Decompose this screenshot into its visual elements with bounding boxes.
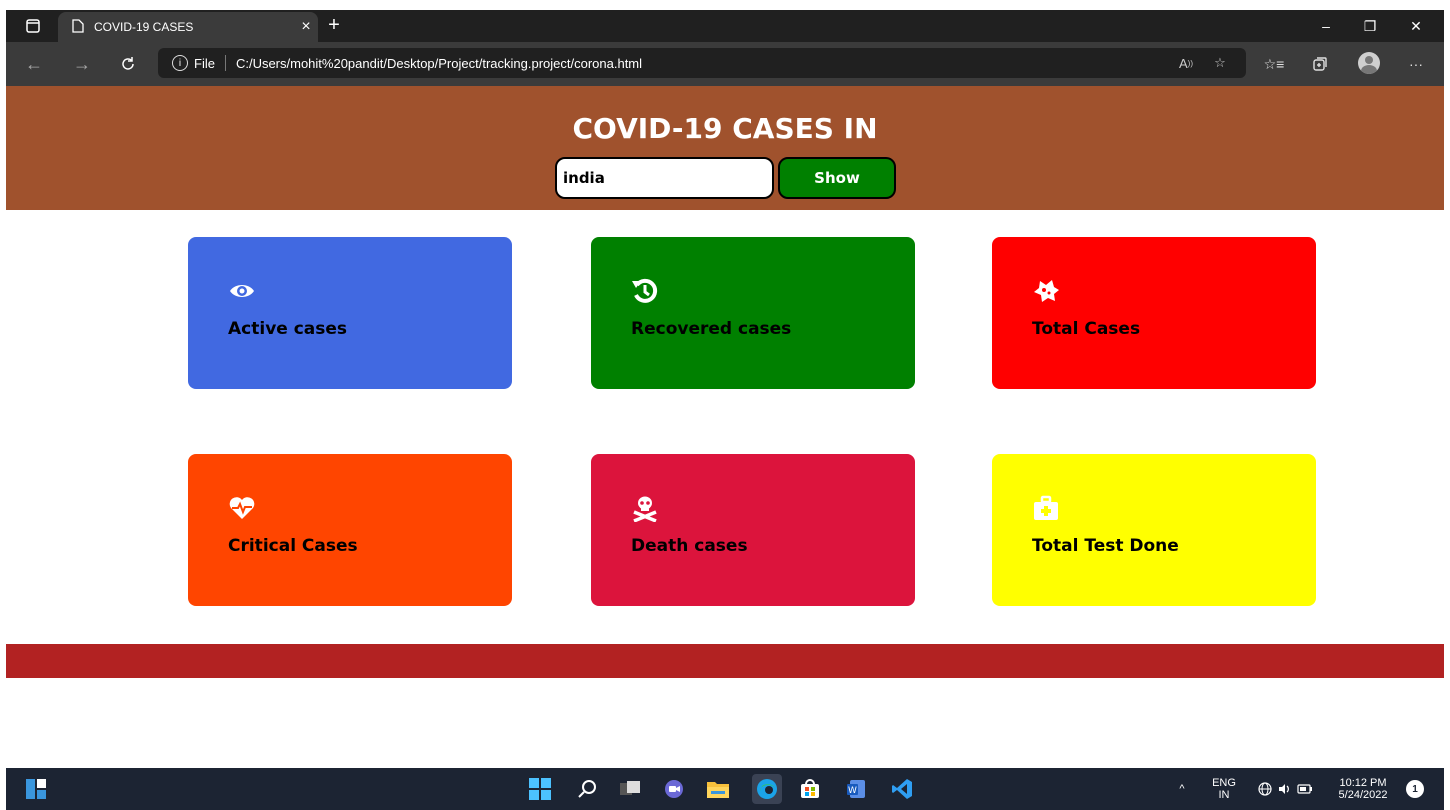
collections-icon[interactable] bbox=[1306, 52, 1334, 76]
heartbeat-icon bbox=[228, 494, 256, 522]
store-icon[interactable] bbox=[798, 777, 822, 801]
more-menu-icon[interactable]: ··· bbox=[1402, 52, 1430, 76]
profile-avatar[interactable] bbox=[1358, 52, 1380, 74]
restore-button[interactable]: ❐ bbox=[1350, 10, 1390, 42]
read-aloud-icon[interactable]: A)) bbox=[1170, 48, 1202, 78]
close-window-button[interactable]: ✕ bbox=[1396, 10, 1436, 42]
tab-title: COVID-19 CASES bbox=[94, 20, 194, 34]
start-icon[interactable] bbox=[528, 777, 552, 801]
search-icon[interactable] bbox=[576, 777, 600, 801]
browser-tab[interactable]: COVID-19 CASES × bbox=[58, 12, 318, 42]
word-icon[interactable]: W bbox=[844, 777, 868, 801]
page-title: COVID-19 CASES IN bbox=[572, 112, 878, 145]
windows-taskbar: W ^ ENG IN 10:12 PM 5/24/2022 1 bbox=[6, 768, 1444, 810]
svg-text:W: W bbox=[848, 786, 857, 796]
refresh-icon[interactable] bbox=[114, 52, 142, 76]
vscode-icon[interactable] bbox=[890, 777, 914, 801]
history-icon bbox=[631, 277, 659, 305]
new-tab-button[interactable]: + bbox=[322, 14, 346, 38]
page-icon bbox=[72, 18, 84, 36]
clock-date: 5/24/2022 bbox=[1338, 789, 1388, 801]
tab-close-icon[interactable]: × bbox=[294, 18, 318, 36]
card-label: Active cases bbox=[228, 319, 348, 339]
total-test-done-card: Total Test Done bbox=[992, 454, 1316, 606]
back-icon[interactable]: ← bbox=[20, 52, 48, 76]
forward-icon[interactable]: → bbox=[68, 52, 96, 76]
country-search-input[interactable] bbox=[555, 157, 774, 199]
address-url[interactable]: C:/Users/mohit%20pandit/Desktop/Project/… bbox=[236, 56, 642, 71]
favorites-icon[interactable]: ☆≡ bbox=[1260, 52, 1288, 76]
volume-icon[interactable] bbox=[1276, 768, 1294, 810]
death-cases-card: Death cases bbox=[591, 454, 915, 606]
card-label: Critical Cases bbox=[228, 536, 358, 556]
active-cases-card: Active cases bbox=[188, 237, 512, 389]
skull-crossbones-icon bbox=[631, 494, 659, 523]
lang-top: ENG bbox=[1212, 777, 1236, 789]
task-view-icon[interactable] bbox=[618, 777, 642, 801]
tray-chevron-icon[interactable]: ^ bbox=[1172, 768, 1192, 810]
minimize-button[interactable]: – bbox=[1306, 10, 1346, 42]
browser-toolbar: ← → i File C:/Users/mohit%20pandit/Deskt… bbox=[6, 42, 1444, 86]
add-favorite-icon[interactable]: ☆ bbox=[1204, 48, 1236, 78]
browser-tab-bar: COVID-19 CASES × + – ❐ ✕ bbox=[6, 10, 1444, 42]
show-button[interactable]: Show bbox=[778, 157, 896, 199]
language-indicator[interactable]: ENG IN bbox=[1208, 768, 1240, 810]
info-icon[interactable]: i bbox=[172, 55, 188, 71]
address-file-label: File bbox=[194, 55, 215, 71]
address-bar[interactable]: i File C:/Users/mohit%20pandit/Desktop/P… bbox=[158, 48, 1246, 78]
clock-time: 10:12 PM bbox=[1339, 777, 1387, 789]
card-label: Total Cases bbox=[1032, 319, 1141, 339]
critical-cases-card: Critical Cases bbox=[188, 454, 512, 606]
card-label: Total Test Done bbox=[1032, 536, 1179, 556]
page-footer bbox=[6, 644, 1444, 678]
clock[interactable]: 10:12 PM 5/24/2022 bbox=[1328, 768, 1398, 810]
card-label: Death cases bbox=[631, 536, 748, 556]
chat-icon[interactable] bbox=[662, 777, 686, 801]
recovered-cases-card: Recovered cases bbox=[591, 237, 915, 389]
lang-bottom: IN bbox=[1218, 789, 1230, 801]
page-header: COVID-19 CASES IN Show bbox=[6, 86, 1444, 210]
notification-badge[interactable]: 1 bbox=[1406, 780, 1424, 798]
network-icon[interactable] bbox=[1256, 768, 1274, 810]
widgets-icon[interactable] bbox=[24, 777, 48, 801]
eye-icon bbox=[228, 277, 256, 305]
tab-actions-icon[interactable] bbox=[18, 10, 48, 42]
file-explorer-icon[interactable] bbox=[706, 777, 730, 801]
battery-icon[interactable] bbox=[1296, 768, 1314, 810]
card-label: Recovered cases bbox=[631, 319, 792, 339]
web-page: COVID-19 CASES IN Show Active cases Reco… bbox=[6, 86, 1444, 768]
total-cases-card: Total Cases bbox=[992, 237, 1316, 389]
edge-icon[interactable] bbox=[752, 774, 782, 804]
virus-icon bbox=[1032, 277, 1060, 305]
medkit-icon bbox=[1032, 494, 1060, 522]
address-separator bbox=[224, 55, 226, 71]
